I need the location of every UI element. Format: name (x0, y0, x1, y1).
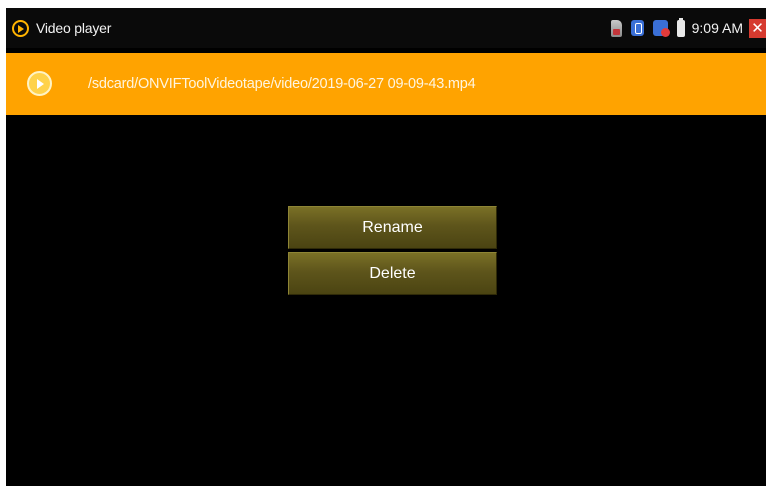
video-player-icon (12, 20, 29, 37)
battery-icon (676, 17, 685, 37)
file-context-menu: Rename Delete (288, 206, 497, 298)
video-player-screen: Video player 9:09 AM ✕ /sdcard/ONVIFTool… (6, 8, 766, 486)
close-icon[interactable]: ✕ (749, 18, 766, 38)
usb-icon (630, 20, 644, 36)
delete-button[interactable]: Delete (288, 252, 497, 295)
title-bar: Video player 9:09 AM ✕ (6, 8, 766, 48)
network-icon (652, 20, 670, 37)
status-area: 9:09 AM ✕ (610, 17, 766, 39)
file-path-bar: /sdcard/ONVIFToolVideotape/video/2019-06… (6, 53, 766, 115)
app-title: Video player (36, 20, 112, 36)
clock: 9:09 AM (691, 20, 743, 36)
file-path: /sdcard/ONVIFToolVideotape/video/2019-06… (88, 76, 476, 92)
play-circle-icon[interactable] (27, 71, 52, 96)
sd-card-icon (610, 19, 622, 37)
rename-button[interactable]: Rename (288, 206, 497, 249)
